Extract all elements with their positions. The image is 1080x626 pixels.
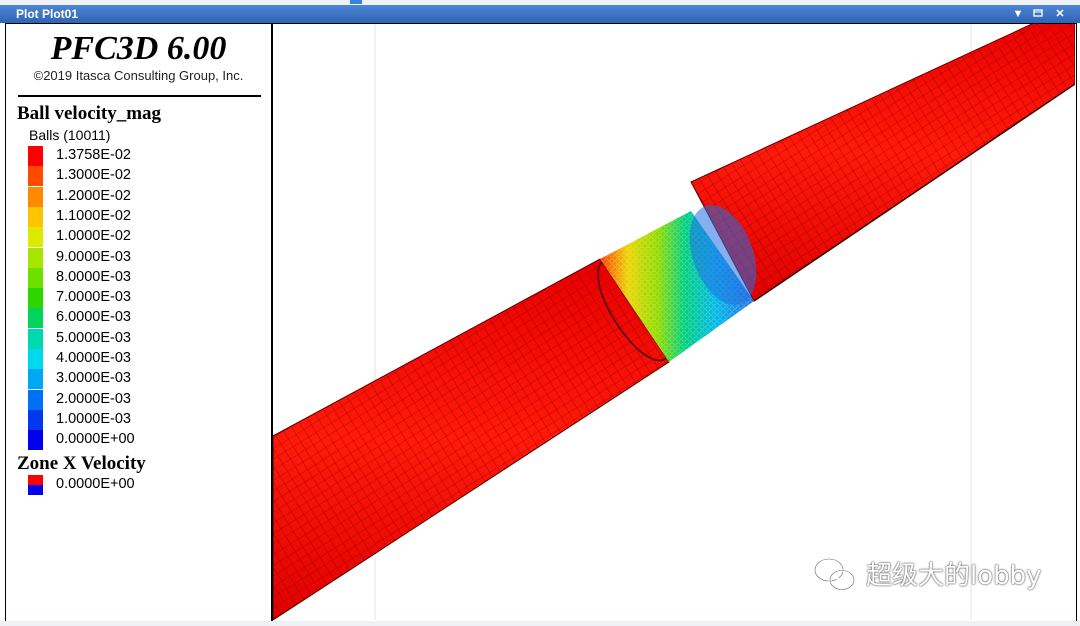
window-title: Plot Plot01 bbox=[16, 7, 79, 21]
close-icon[interactable]: ✕ bbox=[1052, 7, 1068, 21]
legend-separator bbox=[18, 95, 261, 97]
legend-label: 0.0000E+00 bbox=[56, 431, 135, 448]
legend-label: 1.0000E-02 bbox=[56, 228, 131, 245]
legend-label: 5.0000E-03 bbox=[56, 329, 131, 346]
legend-swatch bbox=[28, 349, 43, 369]
legend-label: 2.0000E-03 bbox=[56, 390, 131, 407]
app-title: PFC3D 6.00 bbox=[50, 30, 227, 67]
legend-label: 1.3758E-02 bbox=[56, 147, 131, 163]
legend-swatch bbox=[28, 146, 43, 166]
legend-swatch bbox=[28, 227, 43, 248]
toolbar-indicator bbox=[350, 0, 362, 4]
copyright-text: ©2019 Itasca Consulting Group, Inc. bbox=[33, 68, 244, 83]
restore-icon[interactable] bbox=[1030, 7, 1046, 21]
legend-panel: PFC3D 6.00 ©2019 Itasca Consulting Group… bbox=[6, 24, 271, 620]
ball-section-title: Ball velocity_mag bbox=[17, 103, 162, 124]
legend-label: 3.0000E-03 bbox=[56, 370, 131, 387]
watermark-text: 超级大的lobby bbox=[866, 561, 1042, 591]
legend-swatch bbox=[28, 328, 43, 349]
legend-swatch bbox=[28, 186, 43, 207]
legend-swatch bbox=[28, 288, 43, 309]
legend-swatch bbox=[28, 247, 43, 268]
legend-swatch bbox=[28, 430, 43, 451]
zone-section-title: Zone X Velocity bbox=[17, 453, 146, 474]
legend-swatch bbox=[28, 308, 43, 329]
legend-swatch bbox=[28, 409, 43, 430]
legend-label: 1.1000E-02 bbox=[56, 207, 131, 224]
legend-label: 6.0000E-03 bbox=[56, 309, 131, 326]
plot-viewport[interactable] bbox=[273, 24, 1075, 620]
bottom-strip bbox=[0, 621, 1080, 626]
legend-label: 4.0000E-03 bbox=[56, 350, 131, 366]
legend-label: 1.0000E-03 bbox=[56, 410, 131, 427]
model-view bbox=[273, 24, 1075, 620]
menu-down-icon[interactable]: ▼ bbox=[1010, 7, 1026, 21]
ball-section-subtitle: Balls (10011) bbox=[29, 127, 111, 143]
restore-glyph bbox=[1033, 9, 1043, 17]
legend-label: 7.0000E-03 bbox=[56, 289, 131, 306]
zone-legend-label: 0.0000E+00 bbox=[56, 476, 135, 492]
legend-label: 1.2000E-02 bbox=[56, 187, 131, 204]
legend-swatch bbox=[28, 369, 43, 390]
window-title-bar[interactable]: Plot Plot01 ▼ ✕ bbox=[0, 5, 1080, 23]
zone-legend-swatch bbox=[28, 475, 43, 495]
legend-swatch bbox=[28, 206, 43, 227]
wechat-icon bbox=[813, 557, 856, 591]
legend-label: 8.0000E-03 bbox=[56, 268, 131, 285]
legend-label: 9.0000E-03 bbox=[56, 248, 131, 265]
legend-label: 1.3000E-02 bbox=[56, 167, 131, 184]
legend-swatch bbox=[28, 166, 43, 187]
legend-swatch bbox=[28, 267, 43, 288]
legend-swatch bbox=[28, 389, 43, 410]
